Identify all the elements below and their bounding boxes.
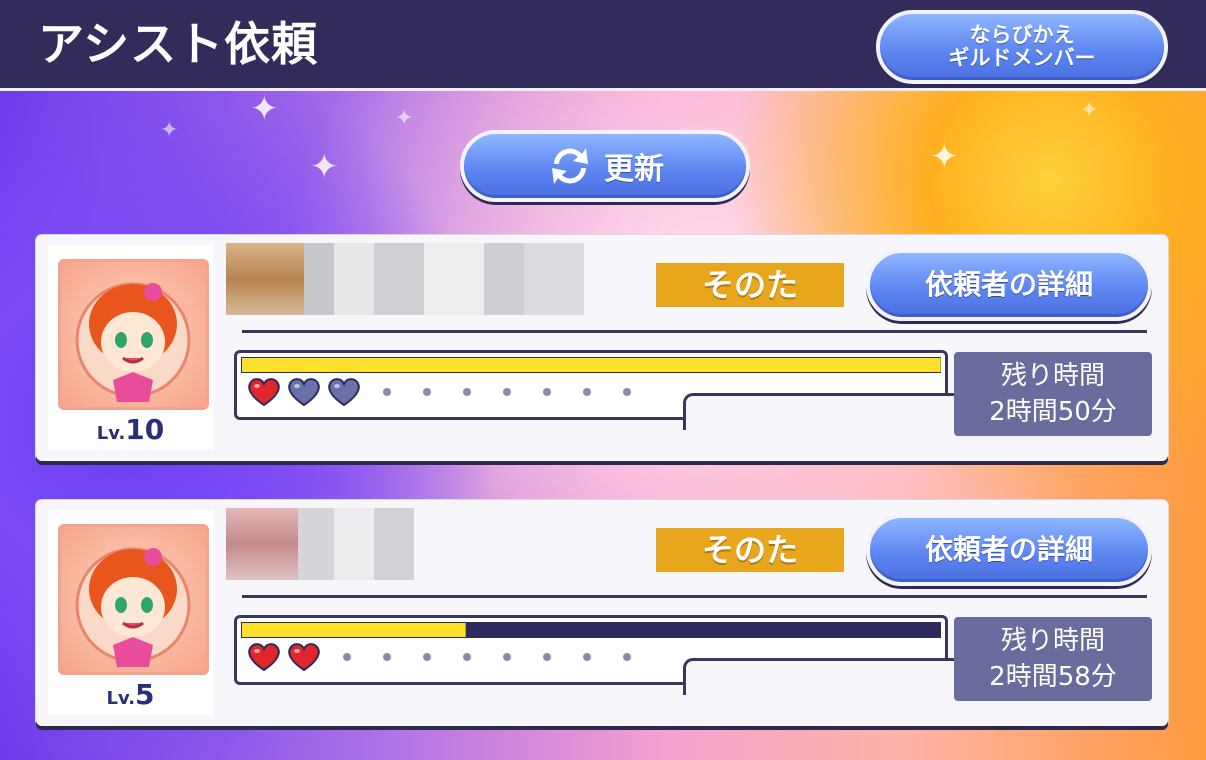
empty-slot-dot	[543, 653, 551, 661]
requester-name-blurred	[226, 243, 626, 323]
heart-row	[247, 642, 647, 672]
assist-progress	[234, 350, 956, 430]
empty-slot-dot	[463, 653, 471, 661]
empty-slot-dot	[583, 653, 591, 661]
level-prefix: Lv.	[106, 688, 136, 709]
character-portrait	[58, 259, 209, 410]
level-value: 10	[125, 413, 165, 446]
avatar-panel[interactable]: Lv.5	[48, 510, 213, 715]
heart-row	[247, 377, 647, 407]
sparkle-icon: ✦	[250, 89, 279, 129]
progress-bar-fill	[242, 623, 467, 637]
empty-slot-dot	[503, 388, 511, 396]
remaining-time-value: 2時間50分	[989, 397, 1117, 427]
header-bar: アシスト依頼 ならびかえ ギルドメンバー	[0, 0, 1206, 91]
page-title: アシスト依頼	[38, 17, 319, 71]
empty-slot-dot	[543, 388, 551, 396]
assist-request-card: Lv.5 そのた 依頼者の詳細 残り時間 2時間58分	[36, 500, 1168, 726]
empty-slot-dot	[463, 388, 471, 396]
filled-heart-icon	[247, 377, 281, 407]
sparkle-icon: ✦	[160, 118, 179, 143]
empty-slot-dot	[623, 653, 631, 661]
empty-slot-dot	[423, 388, 431, 396]
name-underline	[242, 595, 1147, 598]
empty-slot-dot	[623, 388, 631, 396]
remaining-time-box: 残り時間 2時間50分	[954, 352, 1152, 436]
sort-button-label: ならびかえ	[969, 23, 1075, 47]
progress-bar	[241, 357, 941, 373]
refresh-icon	[552, 148, 588, 184]
empty-slot-dot	[503, 653, 511, 661]
empty-slot-dot	[383, 653, 391, 661]
empty-slot-dot	[343, 653, 351, 661]
requester-name-blurred	[226, 508, 466, 588]
empty-heart-icon	[287, 377, 321, 407]
sort-button-sublabel: ギルドメンバー	[948, 46, 1096, 70]
filled-heart-icon	[247, 642, 281, 672]
category-tag: そのた	[656, 263, 844, 307]
remaining-time-label: 残り時間	[1000, 361, 1105, 391]
empty-heart-icon	[327, 377, 361, 407]
refresh-button-label: 更新	[604, 152, 664, 187]
empty-slot-dot	[583, 388, 591, 396]
remaining-time-label: 残り時間	[1000, 626, 1105, 656]
assist-progress	[234, 615, 956, 695]
requester-detail-button[interactable]: 依頼者の詳細	[866, 514, 1152, 586]
progress-bar	[241, 622, 941, 638]
sparkle-icon: ✦	[310, 147, 339, 187]
requester-detail-button[interactable]: 依頼者の詳細	[866, 249, 1152, 321]
sparkle-icon: ✦	[395, 106, 414, 131]
filled-heart-icon	[287, 642, 321, 672]
level-value: 5	[135, 678, 155, 711]
remaining-time-box: 残り時間 2時間58分	[954, 617, 1152, 701]
empty-slot-dot	[383, 388, 391, 396]
character-level: Lv.5	[48, 678, 213, 711]
refresh-button[interactable]: 更新	[460, 130, 750, 202]
sparkle-icon: ✦	[930, 137, 959, 177]
empty-slot-dot	[423, 653, 431, 661]
name-underline	[242, 330, 1147, 333]
character-level: Lv.10	[48, 413, 213, 446]
sort-guild-member-button[interactable]: ならびかえ ギルドメンバー	[876, 10, 1168, 84]
sparkle-icon: ✦	[1080, 98, 1099, 123]
level-prefix: Lv.	[96, 423, 126, 444]
progress-bar-fill	[242, 358, 941, 372]
category-tag: そのた	[656, 528, 844, 572]
assist-request-card: Lv.10 そのた 依頼者の詳細 残り時間 2時間50分	[36, 235, 1168, 461]
remaining-time-value: 2時間58分	[989, 662, 1117, 692]
avatar-panel[interactable]: Lv.10	[48, 245, 213, 450]
character-portrait	[58, 524, 209, 675]
